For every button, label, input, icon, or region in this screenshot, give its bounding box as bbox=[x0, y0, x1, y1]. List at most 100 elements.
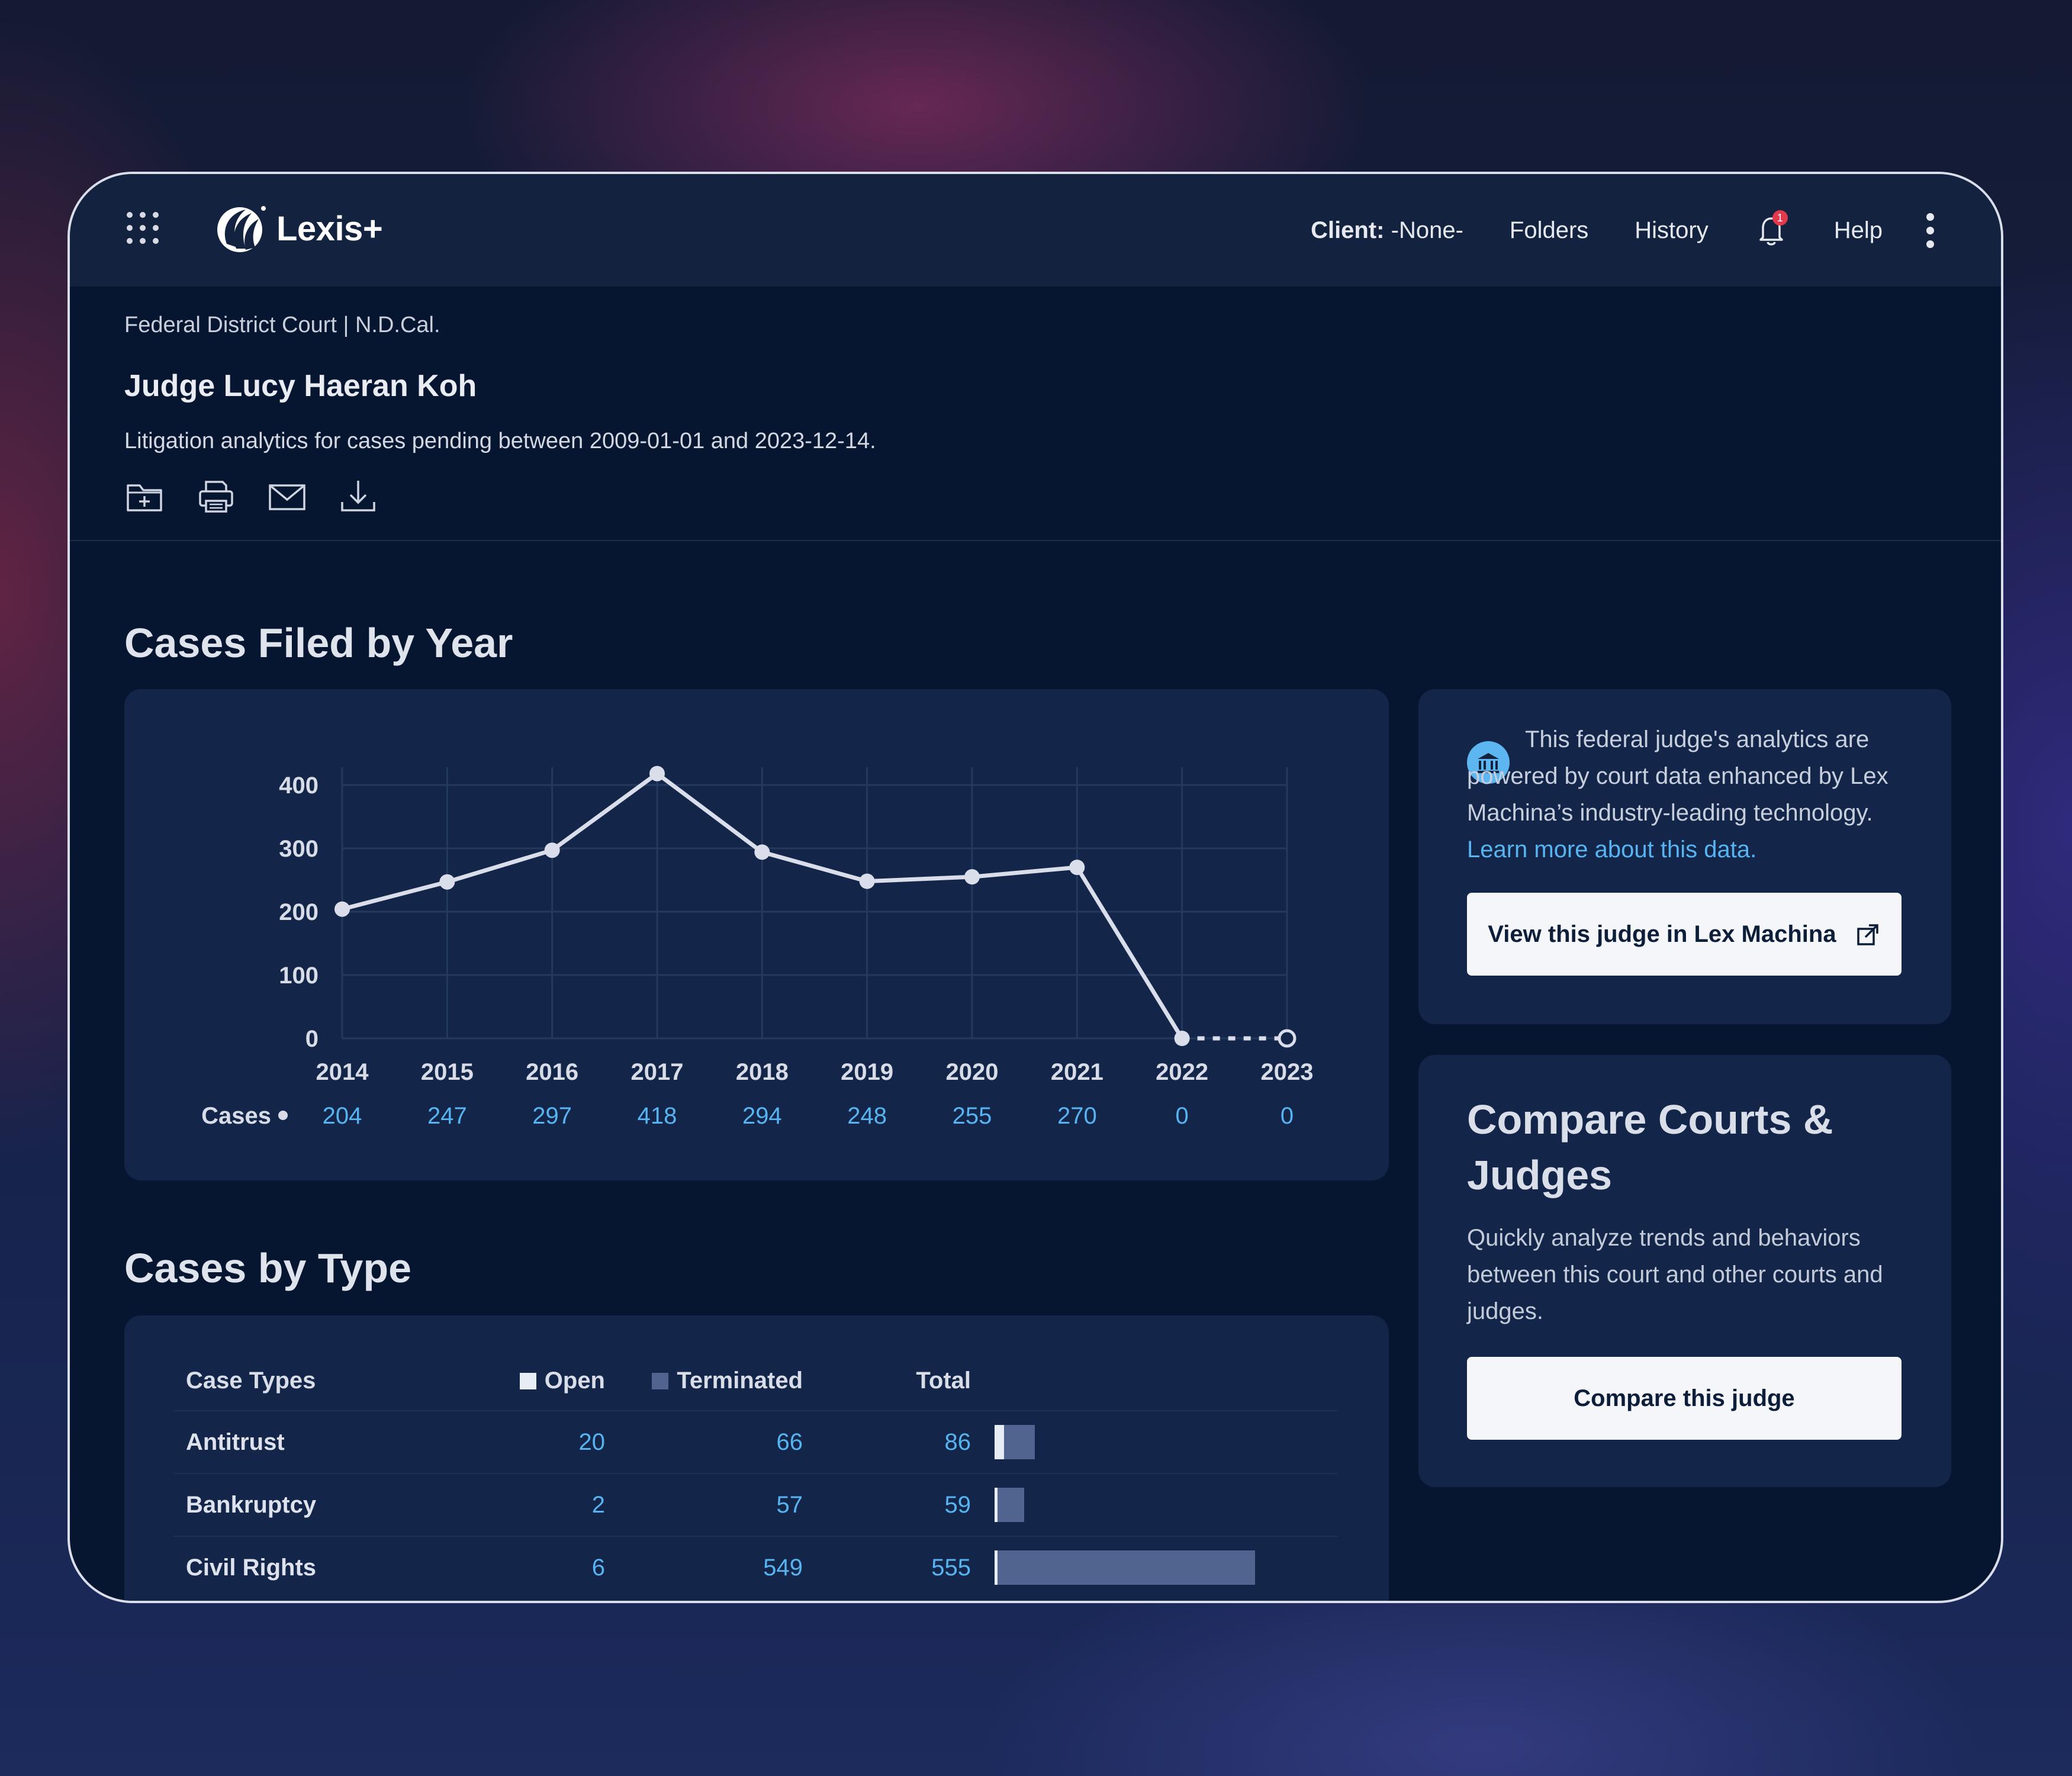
x-tick-label: 2019 bbox=[841, 1059, 893, 1085]
learn-more-link[interactable]: Learn more about this data. bbox=[1467, 836, 1756, 863]
open-count[interactable]: 6 bbox=[469, 1536, 605, 1598]
data-point bbox=[544, 842, 560, 858]
table-row[interactable]: Bankruptcy 2 57 59 bbox=[173, 1473, 1338, 1536]
add-to-folder-icon[interactable] bbox=[124, 476, 166, 517]
x-tick-label: 2014 bbox=[316, 1059, 369, 1085]
open-count[interactable]: 2 bbox=[469, 1473, 605, 1536]
app-launcher-icon[interactable] bbox=[127, 212, 160, 245]
app-window: Lexis+ Client: -None- Folders History 1 … bbox=[67, 172, 2003, 1603]
data-value-label: 204 bbox=[323, 1103, 362, 1129]
x-tick-label: 2023 bbox=[1261, 1059, 1314, 1085]
y-tick-label: 300 bbox=[279, 836, 318, 862]
data-value-label: 0 bbox=[1176, 1103, 1189, 1129]
terminated-count[interactable]: 57 bbox=[605, 1473, 803, 1536]
data-value-label: 418 bbox=[638, 1103, 677, 1129]
terminated-bar-segment bbox=[1003, 1425, 1035, 1459]
col-case-types[interactable]: Case Types bbox=[173, 1351, 469, 1411]
data-value-label: 0 bbox=[1280, 1103, 1294, 1129]
print-icon[interactable] bbox=[195, 476, 237, 517]
case-bar bbox=[995, 1488, 1338, 1522]
terminated-legend-swatch bbox=[652, 1372, 669, 1389]
case-types-table: Case Types Open Terminated Total Antitru… bbox=[173, 1351, 1338, 1598]
cases-by-type-title: Cases by Type bbox=[124, 1245, 412, 1291]
open-count[interactable]: 20 bbox=[469, 1410, 605, 1473]
date-range-subtitle: Litigation analytics for cases pending b… bbox=[124, 429, 876, 453]
col-terminated-label: Terminated bbox=[677, 1367, 803, 1394]
data-point bbox=[439, 874, 455, 890]
col-bar bbox=[971, 1351, 1338, 1411]
data-value-label: 294 bbox=[742, 1103, 782, 1129]
terminated-bar-segment bbox=[998, 1550, 1256, 1585]
data-value-label: 270 bbox=[1057, 1103, 1097, 1129]
terminated-count[interactable]: 549 bbox=[605, 1536, 803, 1598]
x-tick-label: 2017 bbox=[631, 1059, 684, 1085]
data-point bbox=[964, 869, 980, 885]
y-tick-label: 200 bbox=[279, 899, 318, 925]
col-open-label: Open bbox=[544, 1367, 605, 1394]
view-in-lex-machina-label: View this judge in Lex Machina bbox=[1488, 921, 1836, 947]
x-tick-label: 2021 bbox=[1051, 1059, 1103, 1085]
total-count[interactable]: 86 bbox=[803, 1410, 971, 1473]
open-legend-swatch bbox=[519, 1372, 536, 1389]
total-count[interactable]: 59 bbox=[803, 1473, 971, 1536]
more-options-icon[interactable] bbox=[1924, 210, 1936, 251]
col-open[interactable]: Open bbox=[469, 1351, 605, 1411]
view-in-lex-machina-button[interactable]: View this judge in Lex Machina bbox=[1467, 893, 1902, 976]
lex-machina-info-card: This federal judge's analytics are power… bbox=[1418, 689, 1951, 1024]
data-point bbox=[754, 844, 770, 860]
top-navigation-bar: Lexis+ Client: -None- Folders History 1 … bbox=[70, 174, 2001, 287]
notification-badge: 1 bbox=[1772, 210, 1788, 226]
data-value-label: 297 bbox=[532, 1103, 572, 1129]
case-type-name[interactable]: Bankruptcy bbox=[173, 1473, 469, 1536]
action-toolbar bbox=[124, 476, 408, 517]
compare-title: Compare Courts & Judges bbox=[1467, 1096, 1833, 1198]
col-total[interactable]: Total bbox=[803, 1351, 971, 1411]
series-marker-icon bbox=[278, 1111, 288, 1120]
client-selector[interactable]: Client: -None- bbox=[1311, 217, 1463, 244]
series-row-label: Cases bbox=[201, 1103, 271, 1129]
terminated-count[interactable]: 66 bbox=[605, 1410, 803, 1473]
cases-filed-chart-card: 400 300 200 100 0 2014 204 2015 247 2016 297 2017 41… bbox=[124, 689, 1389, 1180]
table-row[interactable]: Antitrust 20 66 86 bbox=[173, 1410, 1338, 1473]
x-tick-label: 2015 bbox=[421, 1059, 474, 1085]
lexis-logo[interactable]: Lexis+ bbox=[215, 202, 383, 255]
col-terminated[interactable]: Terminated bbox=[605, 1351, 803, 1411]
lexis-emblem-icon bbox=[217, 206, 266, 252]
data-value-label: 248 bbox=[847, 1103, 887, 1129]
terminated-bar-segment bbox=[998, 1488, 1025, 1522]
breadcrumb: Federal District Court | N.D.Cal. bbox=[124, 313, 440, 337]
download-icon[interactable] bbox=[337, 476, 379, 517]
x-tick-label: 2020 bbox=[946, 1059, 999, 1085]
y-tick-label: 400 bbox=[279, 773, 318, 799]
y-tick-label: 0 bbox=[305, 1026, 318, 1052]
notifications-bell-icon[interactable]: 1 bbox=[1755, 210, 1788, 248]
info-body: This federal judge's analytics are power… bbox=[1467, 726, 1888, 826]
app-name: Lexis+ bbox=[276, 209, 383, 248]
cases-by-type-card: Case Types Open Terminated Total Antitru… bbox=[124, 1315, 1389, 1601]
cases-filed-line-chart: 400 300 200 100 0 2014 204 2015 247 2016 297 2017 41… bbox=[201, 765, 1314, 1129]
case-bar bbox=[995, 1425, 1338, 1459]
client-label: Client: bbox=[1311, 217, 1385, 243]
case-bar bbox=[995, 1550, 1338, 1585]
data-point bbox=[1174, 1031, 1190, 1046]
email-icon[interactable] bbox=[266, 476, 308, 517]
top-nav: Client: -None- Folders History 1 Help bbox=[1265, 174, 1936, 287]
compare-courts-card: Compare Courts & Judges Quickly analyze … bbox=[1418, 1055, 1951, 1487]
x-tick-label: 2016 bbox=[526, 1059, 578, 1085]
y-tick-label: 100 bbox=[279, 963, 318, 989]
case-bar-cell bbox=[971, 1410, 1338, 1473]
total-count[interactable]: 555 bbox=[803, 1536, 971, 1598]
nav-help[interactable]: Help bbox=[1834, 217, 1883, 244]
data-point bbox=[334, 901, 350, 917]
nav-folders[interactable]: Folders bbox=[1510, 217, 1588, 244]
page-title: Judge Lucy Haeran Koh bbox=[124, 369, 477, 403]
case-type-name[interactable]: Civil Rights bbox=[173, 1536, 469, 1598]
nav-history[interactable]: History bbox=[1635, 217, 1708, 244]
case-bar-cell bbox=[971, 1536, 1338, 1598]
data-value-label: 247 bbox=[427, 1103, 467, 1129]
compare-this-judge-button[interactable]: Compare this judge bbox=[1467, 1357, 1902, 1440]
case-type-name[interactable]: Antitrust bbox=[173, 1410, 469, 1473]
cases-filed-title: Cases Filed by Year bbox=[124, 620, 513, 666]
table-row[interactable]: Civil Rights 6 549 555 bbox=[173, 1536, 1338, 1598]
info-text: This federal judge's analytics are power… bbox=[1467, 721, 1917, 868]
